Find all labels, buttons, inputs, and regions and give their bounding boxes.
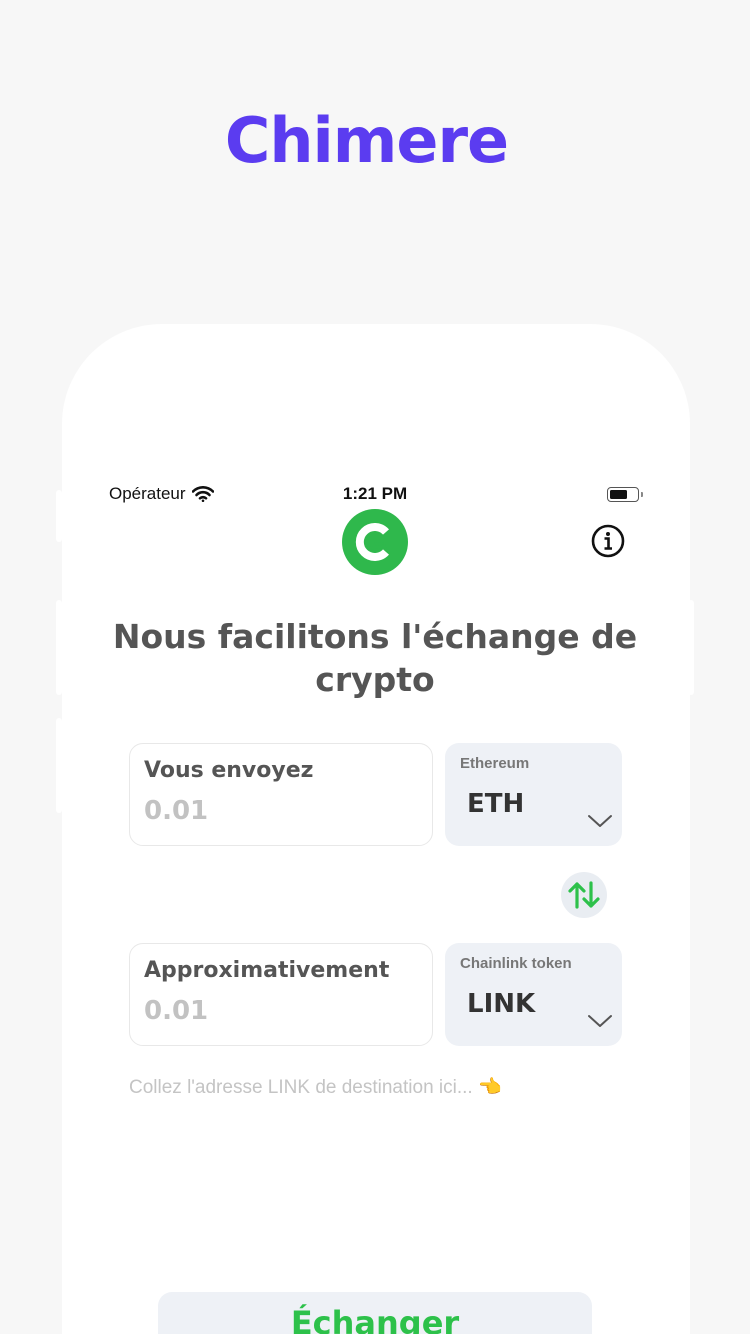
receive-coin-name: Chainlink token <box>460 955 572 972</box>
chevron-down-icon <box>588 815 612 827</box>
destination-address-input[interactable]: Collez l'adresse LINK de destination ici… <box>129 1075 502 1099</box>
send-amount-value[interactable]: 0.01 <box>144 796 208 826</box>
receive-coin-select[interactable]: Chainlink token LINK <box>445 943 622 1046</box>
exchange-button[interactable]: Échanger <box>158 1292 592 1334</box>
receive-coin-symbol: LINK <box>467 989 536 1019</box>
swap-arrows-icon <box>568 881 600 909</box>
headline: Nous facilitons l'échange de crypto <box>112 617 638 699</box>
receive-amount-label: Approximativement <box>144 958 390 983</box>
swap-button[interactable] <box>561 872 607 918</box>
send-amount-label: Vous envoyez <box>144 758 314 783</box>
info-icon <box>591 524 625 558</box>
send-coin-select[interactable]: Ethereum ETH <box>445 743 622 846</box>
send-coin-name: Ethereum <box>460 755 530 772</box>
status-time: 1:21 PM <box>342 484 408 503</box>
receive-amount-value: 0.01 <box>144 996 209 1026</box>
chevron-down-icon <box>588 1015 612 1027</box>
send-coin-symbol: ETH <box>467 789 525 819</box>
chimere-logo-icon <box>342 509 408 575</box>
battery-icon <box>607 487 643 502</box>
promo-title: Chimere <box>224 104 509 177</box>
status-bar: Opérateur 1:21 PM <box>62 484 690 506</box>
receive-amount-field[interactable]: Approximativement 0.01 <box>129 943 433 1046</box>
send-amount-field[interactable]: Vous envoyez 0.01 <box>129 743 433 846</box>
info-button[interactable] <box>591 524 625 558</box>
